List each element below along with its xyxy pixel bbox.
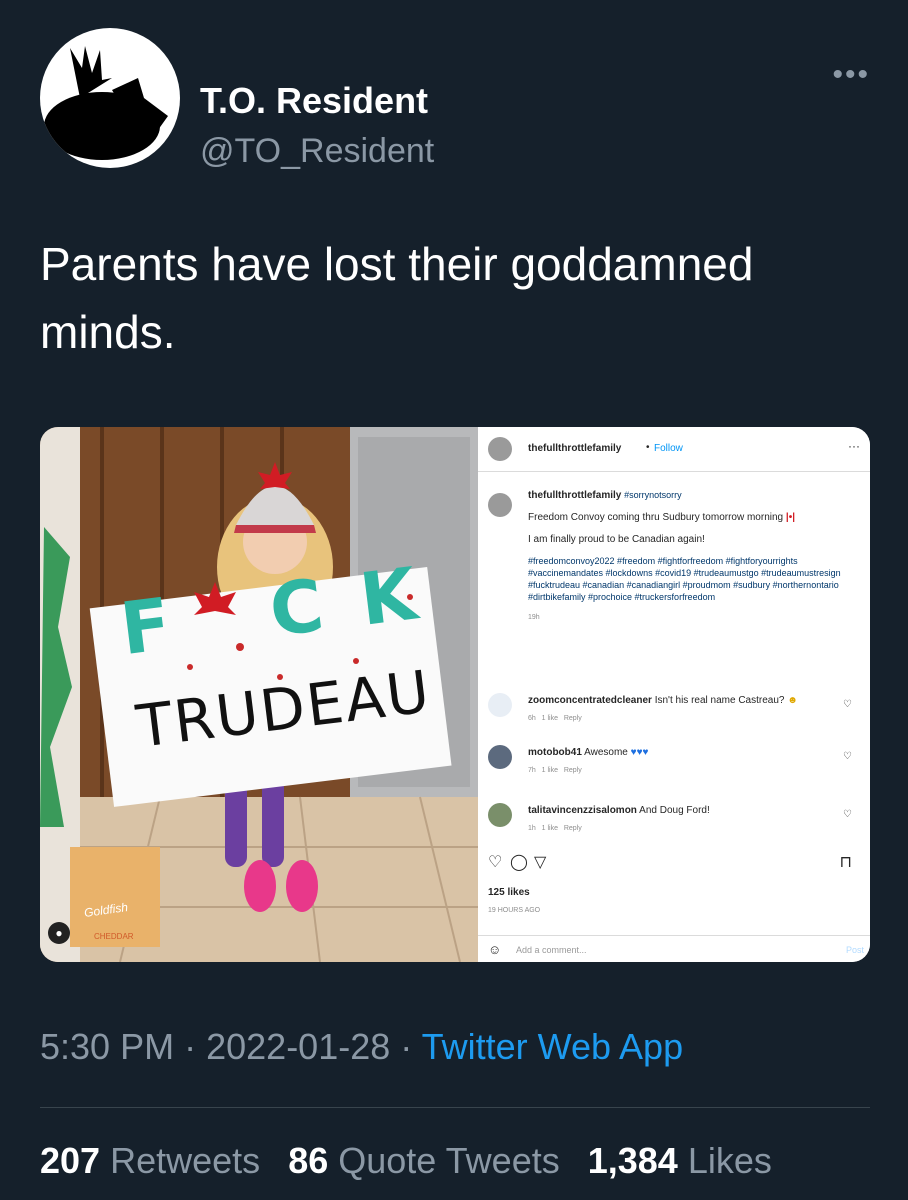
ig-caption-user[interactable]: thefullthrottlefamily	[528, 490, 621, 501]
likes-stat[interactable]: 1,384 Likes	[588, 1140, 772, 1181]
ig-caption-line2: I am finally proud to be Canadian again!	[528, 534, 705, 545]
grin-emoji-icon: ☻	[787, 695, 798, 706]
retweets-label: Retweets	[110, 1140, 261, 1181]
ig-follow-button[interactable]: Follow	[654, 443, 683, 454]
likes-label: Likes	[687, 1140, 772, 1181]
comment-meta: 7h 1 like Reply	[528, 767, 582, 774]
comment-reply[interactable]: Reply	[564, 715, 582, 722]
user-handle[interactable]: @TO_Resident	[200, 132, 434, 171]
retweets-stat[interactable]: 207 Retweets	[40, 1140, 260, 1181]
ig-header: thefullthrottlefamily • Follow ···	[478, 427, 870, 472]
tweet-timestamp: 5:30 PM · 2022-01-28 · Twitter Web App	[40, 1026, 683, 1068]
comment-avatar[interactable]	[488, 745, 512, 769]
display-name[interactable]: T.O. Resident	[200, 80, 428, 122]
tweet-text: Parents have lost their goddamned minds.	[40, 238, 754, 358]
comment-body: Awesome	[584, 747, 628, 758]
comment-user[interactable]: zoomconcentratedcleaner	[528, 695, 652, 706]
ig-caption: thefullthrottlefamily #sorrynotsorry Fre…	[528, 489, 858, 633]
comment-meta: 6h 1 like Reply	[528, 715, 582, 722]
ig-comment: talitavincenzzisalomon And Doug Ford! 1h…	[488, 803, 858, 843]
ig-hashtags[interactable]: #freedomconvoy2022 #freedom #fightforfre…	[528, 555, 858, 603]
ig-post-time: 19 HOURS AGO	[488, 907, 541, 914]
divider	[40, 1107, 870, 1108]
ig-likes-count[interactable]: 125 likes	[488, 887, 530, 898]
separator: ·	[400, 1026, 413, 1067]
tweet-time[interactable]: 5:30 PM	[40, 1026, 174, 1067]
comment-likes[interactable]: 1 like	[542, 825, 558, 832]
comment-age: 6h	[528, 715, 536, 722]
blue-hearts-icon: ♥♥♥	[630, 747, 649, 758]
comment-text: zoomconcentratedcleaner Isn't his real n…	[528, 695, 798, 706]
comment-like-icon[interactable]: ♡	[843, 809, 852, 820]
ig-more-icon[interactable]: ···	[848, 439, 860, 453]
goldfish-box-sub: CHEDDAR	[94, 932, 134, 941]
add-comment-input[interactable]: Add a comment...	[516, 945, 587, 955]
ig-comment: zoomconcentratedcleaner Isn't his real n…	[488, 693, 858, 733]
comment-user[interactable]: talitavincenzzisalomon	[528, 805, 637, 816]
comment-reply[interactable]: Reply	[564, 767, 582, 774]
quote-tweets-label: Quote Tweets	[338, 1140, 560, 1181]
ig-username[interactable]: thefullthrottlefamily	[528, 443, 621, 454]
comment-likes[interactable]: 1 like	[542, 767, 558, 774]
instagram-post-panel: thefullthrottlefamily • Follow ··· thefu…	[478, 427, 870, 962]
emoji-icon[interactable]: ☺	[488, 942, 501, 957]
ig-comment: motobob41 Awesome ♥♥♥ 7h 1 like Reply ♡	[488, 745, 858, 785]
ig-avatar[interactable]	[488, 437, 512, 461]
comment-age: 7h	[528, 767, 536, 774]
comment-user[interactable]: motobob41	[528, 747, 582, 758]
comment-body: And Doug Ford!	[639, 805, 710, 816]
ig-caption-age: 19h	[528, 614, 540, 621]
comment-avatar[interactable]	[488, 693, 512, 717]
quote-tweets-stat[interactable]: 86 Quote Tweets	[288, 1140, 560, 1181]
avatar[interactable]	[40, 28, 180, 168]
separator: ·	[184, 1026, 197, 1067]
comment-reply[interactable]: Reply	[564, 825, 582, 832]
more-options-icon[interactable]: •••	[832, 58, 870, 92]
retweets-count: 207	[40, 1140, 101, 1181]
comment-like-icon[interactable]: ♡	[843, 751, 852, 762]
tweet-date[interactable]: 2022-01-28	[206, 1026, 390, 1067]
comment-like-icon[interactable]: ♡	[843, 699, 852, 710]
moose-logo-icon	[44, 46, 168, 160]
bookmark-icon[interactable]: ⊓	[840, 852, 852, 872]
photo: F CK TRUDEAU Goldfish CHEDDAR ●	[40, 427, 478, 962]
comment-body: Isn't his real name Castreau?	[654, 695, 785, 706]
comment-likes[interactable]: 1 like	[542, 715, 558, 722]
likes-count: 1,384	[587, 1140, 678, 1181]
comment-avatar[interactable]	[488, 803, 512, 827]
canada-flag-icon: |•|	[785, 512, 795, 523]
comment-age: 1h	[528, 825, 536, 832]
post-button[interactable]: Post	[846, 945, 864, 955]
tweet-media[interactable]: F CK TRUDEAU Goldfish CHEDDAR ● thefullt…	[40, 427, 870, 962]
comment-meta: 1h 1 like Reply	[528, 825, 582, 832]
comment-text: motobob41 Awesome ♥♥♥	[528, 747, 648, 758]
share-icon[interactable]: ▽	[534, 852, 546, 872]
tweet-header: T.O. Resident @TO_Resident •••	[40, 28, 870, 171]
comment-text: talitavincenzzisalomon And Doug Ford!	[528, 805, 710, 816]
ig-action-bar: ♡ ◯ ▽ ⊓	[488, 852, 858, 876]
tweet-source-link[interactable]: Twitter Web App	[422, 1026, 683, 1067]
quote-tweets-count: 86	[288, 1140, 329, 1181]
ig-caption-line1: Freedom Convoy coming thru Sudbury tomor…	[528, 512, 784, 523]
user-tag-icon[interactable]: ●	[48, 922, 70, 944]
ig-caption-tag[interactable]: #sorrynotsorry	[624, 490, 682, 500]
comment-icon[interactable]: ◯	[510, 852, 528, 872]
ig-caption-avatar[interactable]	[488, 493, 512, 517]
engagement-stats: 207 Retweets 86 Quote Tweets 1,384 Likes	[40, 1140, 790, 1182]
ig-dot: •	[646, 442, 650, 453]
ig-add-comment: ☺ Add a comment... Post	[478, 935, 870, 962]
like-icon[interactable]: ♡	[488, 852, 502, 872]
